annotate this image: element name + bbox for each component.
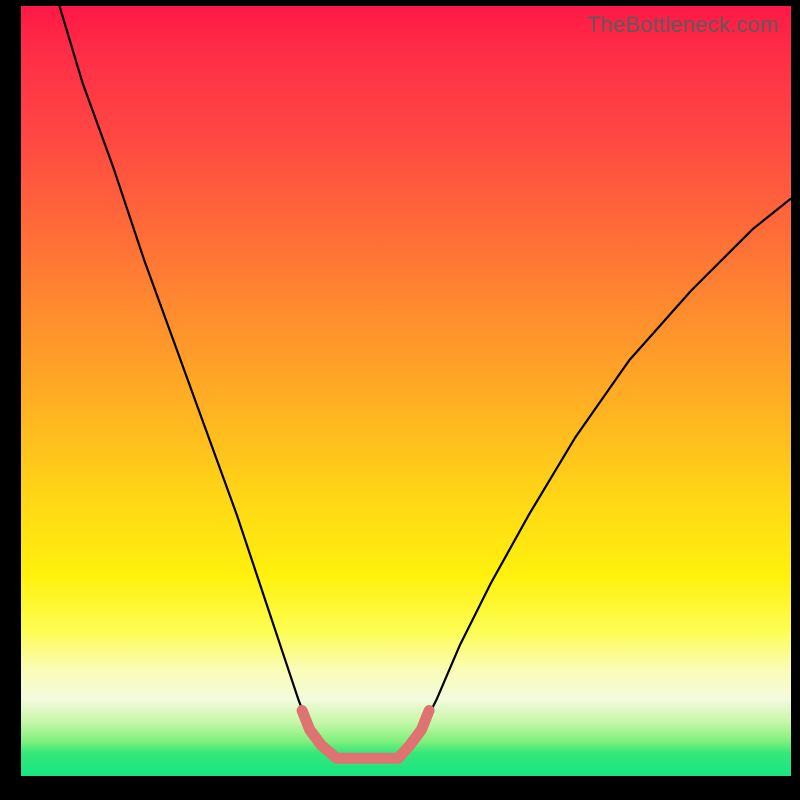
bottom-highlight (302, 711, 429, 759)
curve-right (383, 199, 791, 759)
chart-frame: TheBottleneck.com (0, 0, 800, 800)
watermark-text: TheBottleneck.com (587, 12, 779, 38)
chart-plot-area: TheBottleneck.com (21, 6, 791, 776)
chart-svg (21, 6, 791, 776)
curve-left (60, 6, 383, 758)
